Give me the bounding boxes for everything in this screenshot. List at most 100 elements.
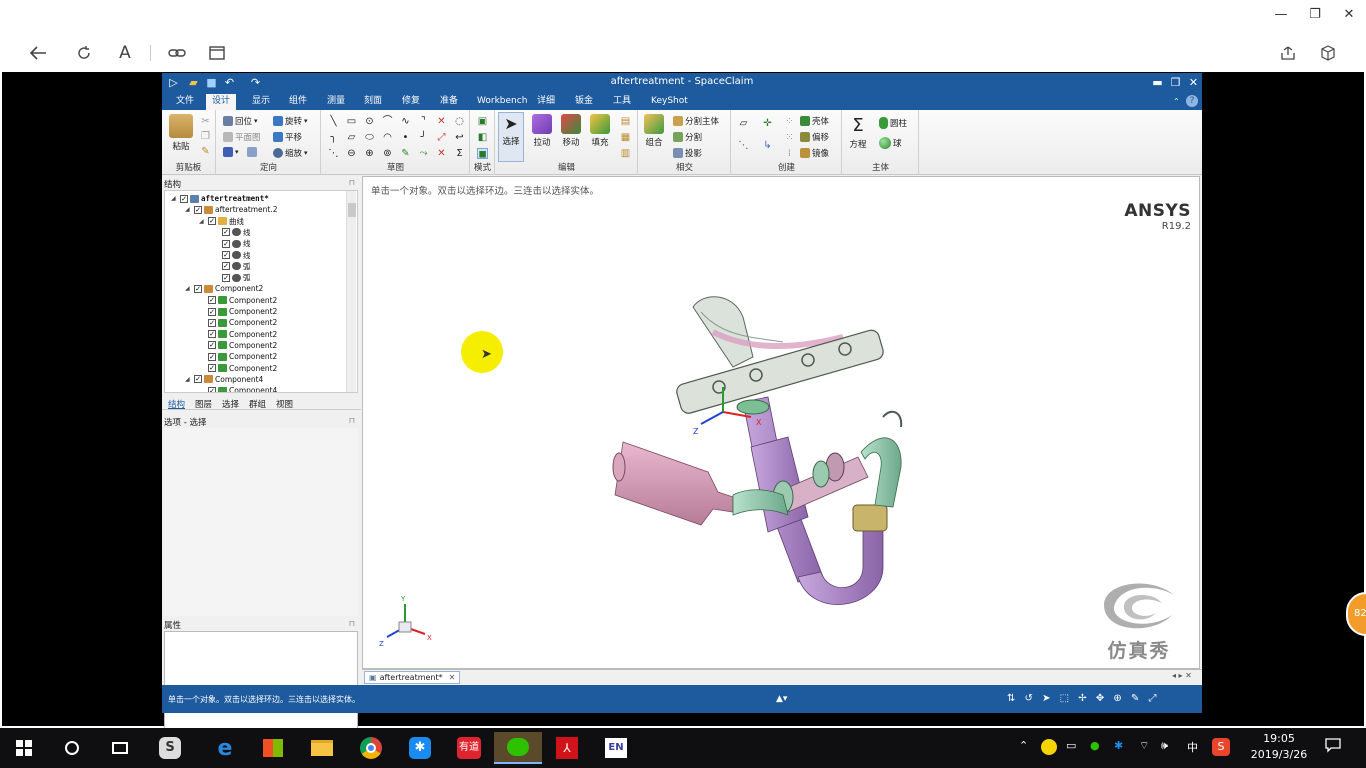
tab-views[interactable]: 视图	[276, 398, 293, 410]
store-button[interactable]	[253, 732, 293, 764]
expand-toggle-icon[interactable]: ◢	[185, 206, 192, 213]
bend-tool-icon[interactable]: ↩	[454, 132, 465, 143]
expand-toggle-icon[interactable]: ◢	[171, 195, 178, 202]
point-tool-icon[interactable]: •	[400, 132, 411, 143]
tab-display[interactable]: 显示	[246, 94, 276, 110]
fillet-tool-icon[interactable]: ╯	[418, 132, 429, 143]
tree-row[interactable]: ◢ ✓ Component2	[185, 283, 263, 294]
tree-row[interactable]: ✓ 弧	[213, 272, 251, 283]
format-painter-icon[interactable]: ✎	[200, 146, 211, 157]
fill-button[interactable]: 填充	[588, 114, 612, 148]
spin-button[interactable]: 旋转 ▾	[273, 115, 308, 127]
tree-row[interactable]: ✓ 弧	[213, 261, 251, 272]
collapse-ribbon-icon[interactable]: ⌃	[1167, 94, 1186, 110]
volume-icon[interactable]: 🕪	[1161, 739, 1168, 753]
combine-button[interactable]: 组合	[641, 114, 667, 148]
3d-mode-icon[interactable]: ◼	[477, 148, 488, 160]
circle-tool-icon[interactable]: ⊙	[364, 116, 375, 127]
tab-layers[interactable]: 图层	[195, 398, 212, 410]
visibility-checkbox[interactable]: ✓	[222, 262, 230, 271]
acrobat-button[interactable]: ⅄	[547, 732, 587, 764]
tray-wechat-icon[interactable]: ●	[1090, 739, 1100, 752]
split-body-button[interactable]: 分割主体	[673, 115, 719, 127]
zoom-button[interactable]: 缩放 ▾	[273, 147, 308, 159]
expand-toggle-icon[interactable]: ◢	[199, 218, 206, 225]
pattern-icon-2[interactable]: ⁙	[784, 132, 795, 143]
dingtalk-button[interactable]: ✱	[400, 732, 440, 764]
doc-tab-aftertreatment[interactable]: ▣ aftertreatment* ✕	[364, 671, 461, 684]
visibility-checkbox[interactable]: ✓	[208, 364, 216, 372]
status-tools[interactable]: ⇅ ↺ ➤ ⬚ ✢ ✥ ⊕ ✎ ⤢	[1007, 693, 1160, 704]
visibility-checkbox[interactable]: ✓	[208, 307, 216, 316]
tree-row[interactable]: ✓ Component2	[199, 363, 277, 374]
visibility-checkbox[interactable]: ✓	[208, 318, 216, 327]
cortana-button[interactable]	[52, 732, 92, 764]
tree-scrollbar[interactable]	[346, 191, 356, 392]
tree-row[interactable]: ◢ ✓ aftertreatment.2	[185, 204, 278, 215]
notification-icon[interactable]	[1325, 737, 1341, 756]
minimize-button[interactable]: —	[1266, 4, 1296, 24]
sweep-arc-icon[interactable]: ⊕	[364, 148, 375, 159]
properties-pin-icon[interactable]: ⊓	[349, 619, 355, 628]
trim-tool-icon[interactable]: ✕	[436, 116, 447, 127]
chrome-button[interactable]	[351, 732, 391, 764]
visibility-checkbox[interactable]: ✓	[194, 284, 202, 293]
view-triad[interactable]: Y X Z	[375, 592, 435, 652]
explorer-button[interactable]	[302, 732, 342, 764]
mirror-button[interactable]: 镜像	[800, 147, 829, 159]
tab-repair[interactable]: 修复	[396, 94, 426, 110]
split-button[interactable]: 分割	[673, 131, 702, 143]
sigma-sketch-icon[interactable]: Σ	[454, 148, 465, 159]
tree-row[interactable]: ✓ Component2	[199, 351, 277, 362]
edit-extra-icon-2[interactable]: ▦	[620, 132, 631, 143]
construction-line-icon[interactable]: ⋱	[328, 148, 339, 159]
restore-button[interactable]: ❐	[1300, 4, 1330, 24]
status-warning-icon[interactable]: ▲▾	[776, 694, 787, 704]
clock[interactable]: 19:05 2019/3/26	[1244, 732, 1314, 761]
tree-row[interactable]: ✓ Component2	[199, 317, 277, 328]
close-button[interactable]: ✕	[1334, 4, 1364, 24]
visibility-checkbox[interactable]: ✓	[180, 194, 188, 203]
tree-row[interactable]: ✓ Component2	[199, 340, 277, 351]
rotate-icon[interactable]	[72, 42, 96, 64]
tab-assembly[interactable]: 组件	[283, 94, 313, 110]
pull-button[interactable]: 拉动	[530, 114, 554, 148]
move-button[interactable]: 移动	[559, 114, 583, 148]
tree-row[interactable]: ◢ ✓ Component4	[185, 374, 263, 385]
wifi-icon[interactable]: ⌔	[1139, 739, 1149, 753]
edge-button[interactable]: e	[205, 732, 245, 764]
arc-tool-icon[interactable]: ⌒	[382, 116, 393, 127]
en-dict-button[interactable]: EN	[596, 732, 636, 764]
axis-line-icon[interactable]: ⋱	[738, 140, 749, 151]
sogou-icon[interactable]: S	[1212, 738, 1230, 756]
tab-design[interactable]: 设计	[206, 94, 237, 110]
3d-box-icon[interactable]	[1316, 42, 1340, 64]
tray-expand-icon[interactable]: ⌃	[1019, 739, 1028, 752]
corner-tool-icon[interactable]: ⌝	[418, 116, 429, 127]
sc-minimize-button[interactable]: ▬	[1150, 75, 1165, 90]
sketch-mode-icon[interactable]: ▣	[477, 116, 488, 127]
tab-tools[interactable]: 工具	[607, 94, 637, 110]
tab-keyshot[interactable]: KeyShot	[645, 94, 694, 110]
visibility-checkbox[interactable]: ✓	[194, 205, 202, 214]
sc-restore-button[interactable]: ❐	[1168, 75, 1183, 90]
tray-battery-icon[interactable]: ▭	[1066, 739, 1076, 752]
task-view-button[interactable]	[100, 732, 140, 764]
offset-button[interactable]: 偏移	[800, 131, 829, 143]
visibility-checkbox[interactable]: ✓	[222, 228, 230, 237]
tab-groups[interactable]: 群组	[249, 398, 266, 410]
tab-sheetmetal[interactable]: 钣金	[569, 94, 599, 110]
exhaust-model[interactable]: X Z	[583, 277, 943, 607]
tray-app-icon[interactable]	[1041, 739, 1057, 755]
three-point-arc-icon[interactable]: ◠	[382, 132, 393, 143]
tree-row[interactable]: ✓ 线	[213, 238, 251, 249]
home-button[interactable]: 回位 ▾	[223, 115, 258, 127]
tree-row[interactable]: ✓ Component2	[199, 306, 277, 317]
copy-edge-icon[interactable]: ⤳	[418, 148, 429, 159]
share-icon[interactable]	[1276, 42, 1300, 64]
visibility-checkbox[interactable]: ✓	[208, 352, 216, 361]
section-mode-icon[interactable]: ◧	[477, 132, 488, 143]
tab-measure[interactable]: 测量	[321, 94, 351, 110]
app-s-button[interactable]: S	[150, 732, 190, 764]
copy-icon[interactable]: ❐	[200, 131, 211, 142]
